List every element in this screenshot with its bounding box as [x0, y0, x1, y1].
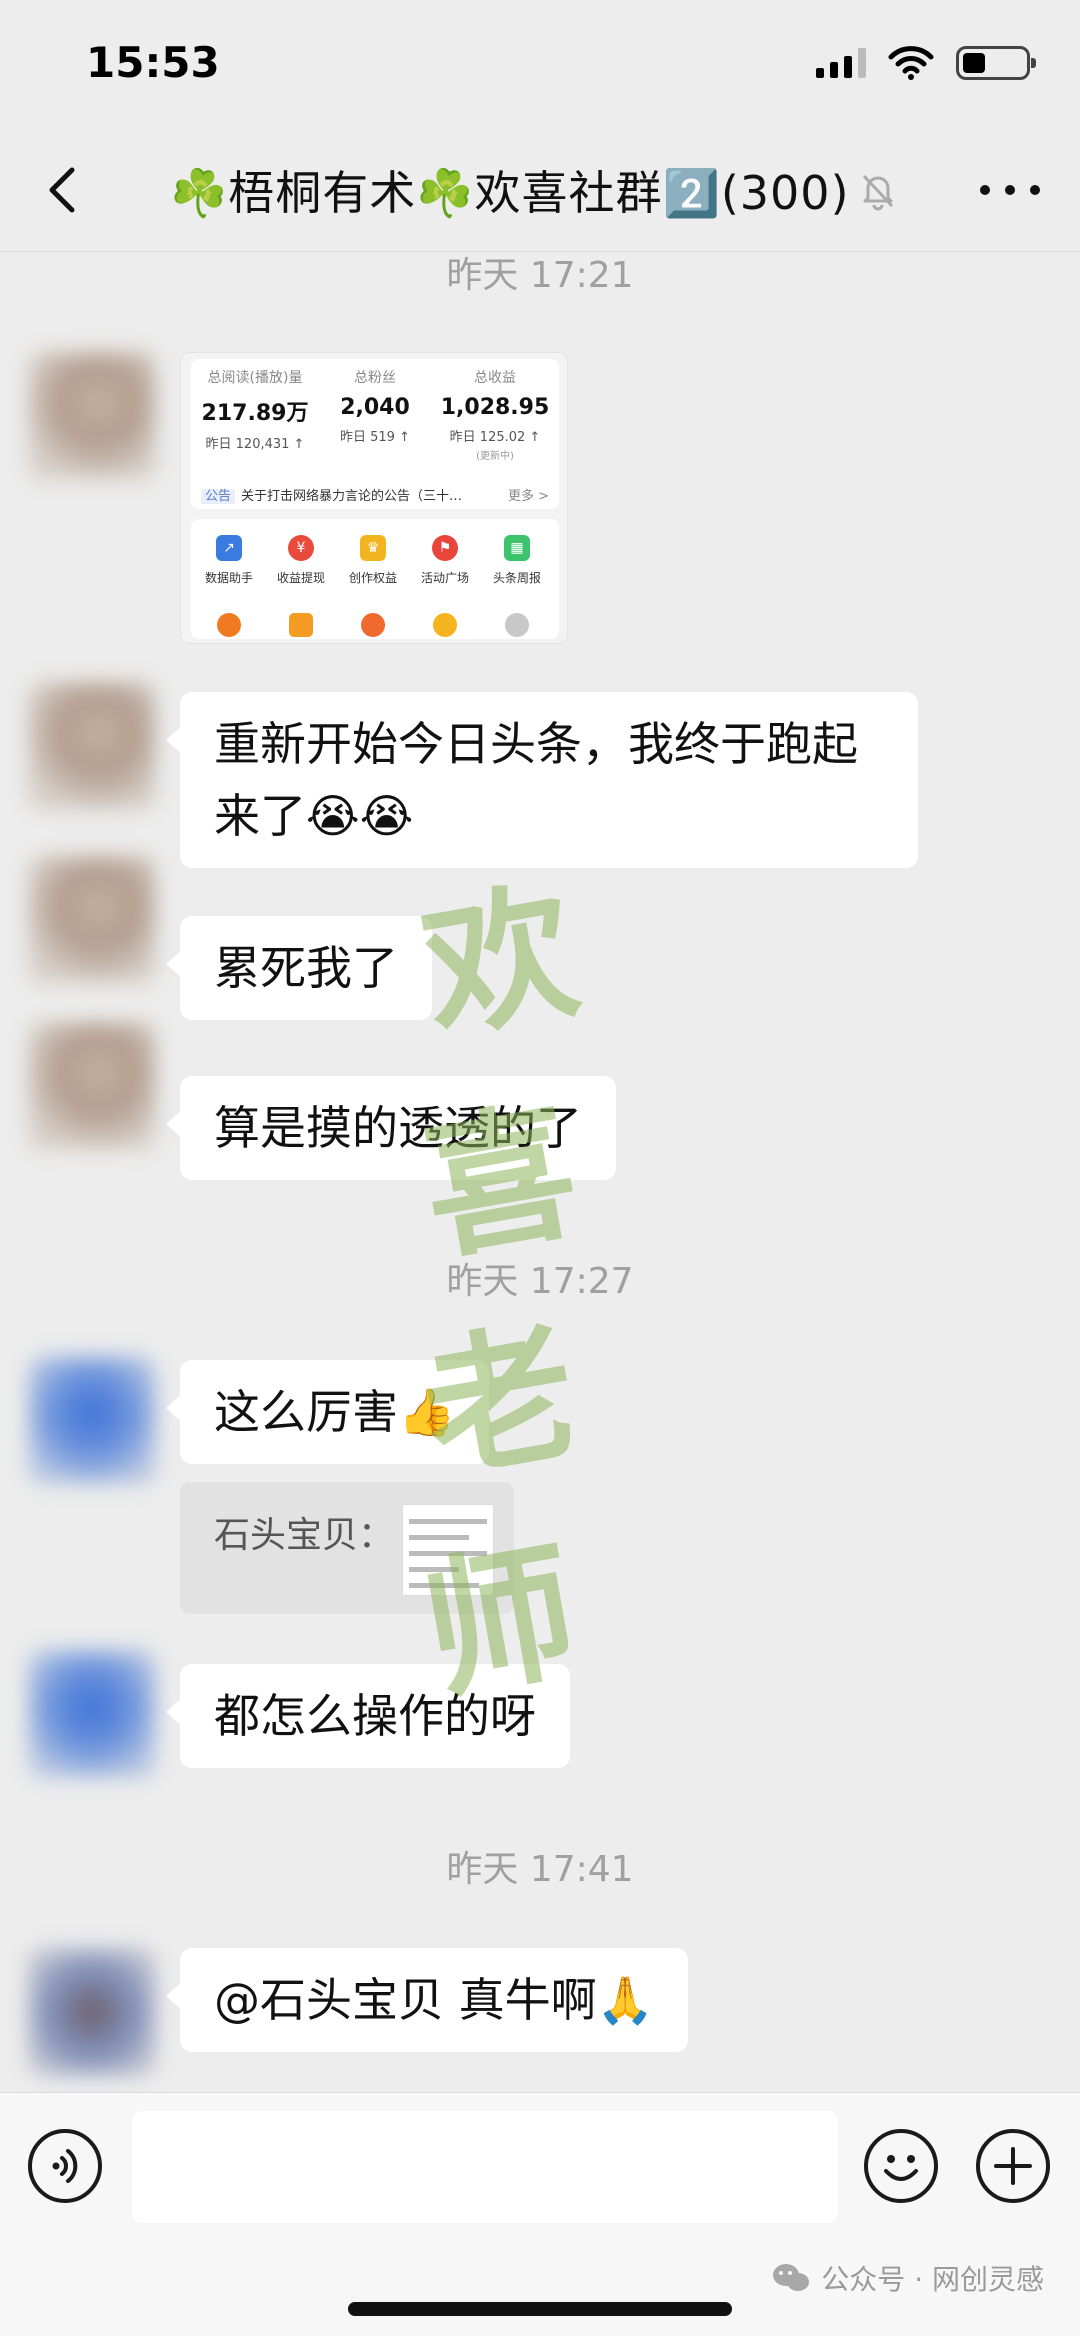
battery-icon — [956, 46, 1036, 80]
yuan-icon: ¥ — [288, 535, 314, 561]
crown-icon: ♛ — [360, 535, 386, 561]
avatar[interactable] — [28, 1650, 156, 1778]
stat-total-earnings: 总收益 1,028.95 昨日 125.02 ↑ (更新中) — [440, 370, 550, 462]
tool-activity-plaza: ⚑ 活动广场 — [409, 535, 481, 586]
mute-bell-icon — [862, 174, 893, 211]
message-input[interactable] — [132, 2111, 838, 2223]
avatar[interactable] — [28, 1022, 156, 1150]
tool-data-assistant: ↗ 数据助手 — [193, 535, 265, 586]
tool-withdraw: ¥ 收益提现 — [265, 535, 337, 586]
image-message[interactable]: 总阅读(播放)量 217.89万 昨日 120,431 ↑ 总粉丝 2,040 … — [180, 352, 568, 644]
timestamp: 昨天 17:41 — [446, 1849, 634, 1890]
avatar[interactable] — [28, 352, 156, 480]
wechat-icon — [773, 2264, 810, 2291]
avatar[interactable] — [28, 1356, 156, 1484]
signal-icon — [816, 48, 866, 78]
more-options-icon[interactable] — [980, 170, 1040, 210]
wifi-icon — [888, 46, 934, 80]
chat-header: ☘️梧桐有术☘️欢喜社群2️⃣(300) — [0, 130, 1080, 252]
avatar[interactable] — [28, 856, 156, 984]
chat-title-wrap: ☘️梧桐有术☘️欢喜社群2️⃣(300) — [170, 154, 940, 226]
back-chevron-icon[interactable] — [36, 160, 96, 220]
avatar[interactable] — [28, 682, 156, 810]
tool-grid: ↗ 数据助手 ¥ 收益提现 ♛ 创作权益 ⚑ 活动广场 ▦ 头条周报 — [191, 519, 559, 639]
status-bar: 15:53 — [0, 0, 1080, 130]
chat-title: ☘️梧桐有术☘️欢喜社群2️⃣(300) — [170, 166, 850, 220]
music-icon — [361, 613, 385, 637]
more-tools-icon — [505, 613, 529, 637]
watermark: 欢 喜 老 师 — [410, 862, 590, 1722]
voice-icon — [52, 2149, 78, 2183]
emoji-icon — [884, 2155, 918, 2181]
document-icon — [289, 613, 313, 637]
chat-messages: 昨天 17:21 总阅读(播放)量 217.89万 昨日 120,431 ↑ 总… — [0, 252, 1080, 2102]
calendar-icon: ▦ — [504, 535, 530, 561]
lightning-icon — [433, 613, 457, 637]
chart-icon: ↗ — [216, 535, 242, 561]
earnings-dashboard: 总阅读(播放)量 217.89万 昨日 120,431 ↑ 总粉丝 2,040 … — [191, 359, 559, 509]
stat-total-fans: 总粉丝 2,040 昨日 519 ↑ — [340, 370, 410, 445]
message-bubble[interactable]: 累死我了 — [166, 916, 432, 1020]
status-time: 15:53 — [86, 38, 220, 87]
timestamp: 昨天 17:21 — [446, 255, 634, 296]
tool-creator-rights: ♛ 创作权益 — [337, 535, 409, 586]
status-icons — [816, 46, 1036, 80]
avatar[interactable] — [28, 1948, 156, 2076]
notice-line: 公告 关于打击网络暴力言论的公告（三十… 更多 > — [201, 485, 549, 504]
add-attachment-button[interactable] — [976, 2129, 1050, 2203]
headset-icon — [217, 613, 241, 637]
emoji-button[interactable] — [864, 2129, 938, 2203]
input-bar: 公众号 · 网创灵感 — [0, 2092, 1080, 2336]
stat-total-reads: 总阅读(播放)量 217.89万 昨日 120,431 ↑ — [201, 370, 309, 452]
tool-weekly-report: ▦ 头条周报 — [481, 535, 553, 586]
official-account-watermark: 公众号 · 网创灵感 — [771, 2258, 1044, 2298]
home-indicator[interactable] — [348, 2302, 732, 2316]
voice-input-button[interactable] — [28, 2129, 102, 2203]
flag-icon: ⚑ — [432, 535, 458, 561]
plus-icon — [994, 2147, 1032, 2185]
message-bubble[interactable]: @石头宝贝 真牛啊🙏 — [166, 1948, 688, 2052]
